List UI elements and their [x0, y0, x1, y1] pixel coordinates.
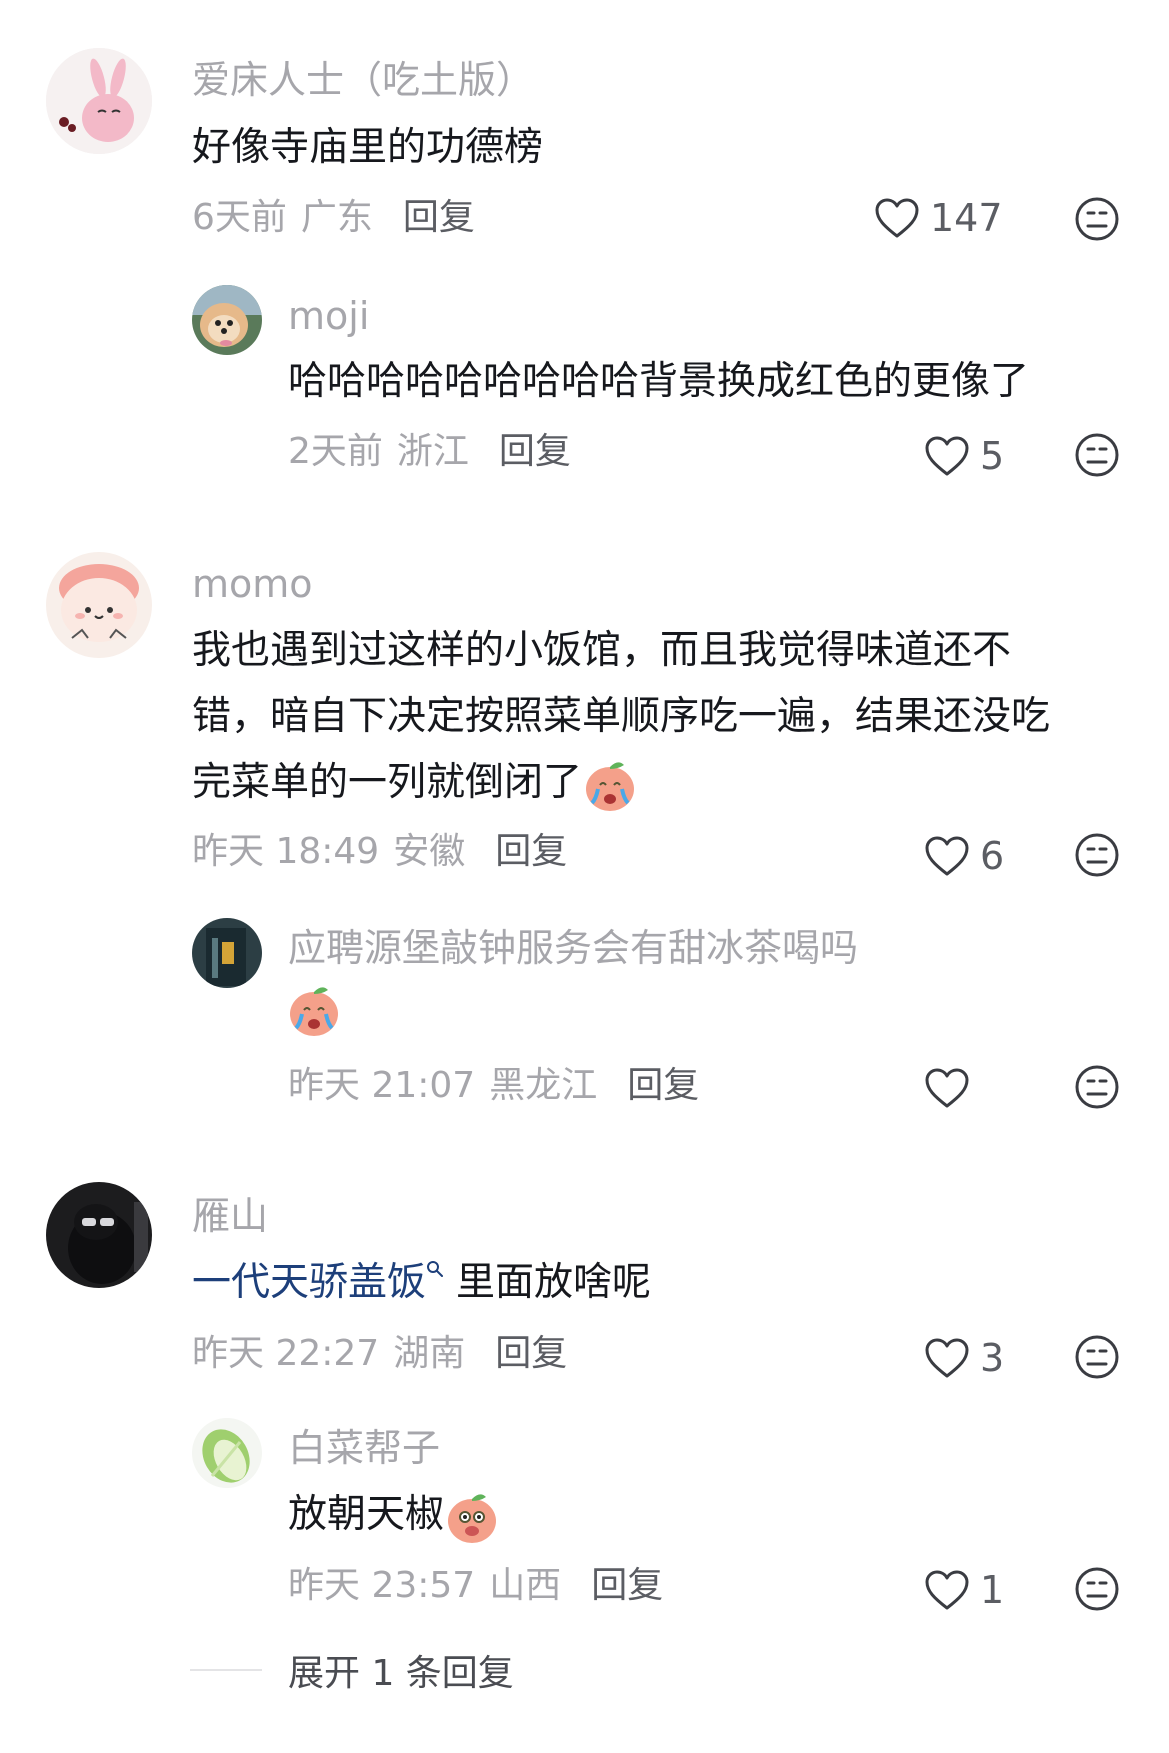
meh-face-icon[interactable]: [1074, 1334, 1120, 1380]
timestamp: 6天前: [192, 197, 287, 238]
timestamp: 2天前: [288, 431, 383, 472]
timestamp: 昨天 22:27: [192, 1333, 380, 1374]
search-icon[interactable]: [426, 1260, 444, 1278]
comment-text-line: 完菜单的一列就倒闭了: [192, 750, 638, 816]
username[interactable]: 白菜帮子: [288, 1424, 440, 1472]
reply-button[interactable]: 回复: [403, 197, 475, 238]
expand-replies-button[interactable]: 展开 1 条回复: [190, 1646, 514, 1694]
like-count: 3: [980, 1336, 1005, 1380]
username[interactable]: 应聘源堡敲钟服务会有甜冰茶喝吗: [288, 924, 858, 972]
reply-button[interactable]: 回复: [591, 1565, 663, 1606]
avatar[interactable]: [192, 1418, 262, 1488]
like-button[interactable]: [924, 1064, 980, 1112]
like-count: 5: [980, 434, 1005, 478]
timestamp: 昨天 23:57: [288, 1565, 476, 1606]
heart-outline-icon: [925, 836, 969, 876]
comment-text-line: 我也遇到过这样的小饭馆，而且我觉得味道还不: [192, 628, 1012, 673]
timestamp: 昨天 21:07: [288, 1065, 476, 1106]
like-button[interactable]: 1: [924, 1566, 1004, 1614]
avatar[interactable]: [192, 918, 262, 988]
meh-face-icon[interactable]: [1074, 1064, 1120, 1110]
username[interactable]: momo: [192, 560, 313, 608]
reply-meta: 昨天 21:07 黑龙江 回复: [288, 1062, 699, 1110]
username[interactable]: 雁山: [192, 1192, 268, 1240]
like-button[interactable]: 3: [924, 1334, 1004, 1382]
username[interactable]: 爱床人士（吃土版）: [192, 56, 534, 104]
timestamp: 昨天 18:49: [192, 831, 380, 872]
comment-meta: 6天前 广东 回复: [192, 194, 475, 242]
location: 湖南: [393, 1333, 466, 1374]
comment-text-line-content: 完菜单的一列就倒闭了: [192, 760, 583, 805]
reply-text: 放朝天椒: [288, 1482, 500, 1548]
like-button[interactable]: 147: [874, 194, 1003, 242]
reply-button[interactable]: 回复: [495, 1333, 567, 1374]
comment-text: 一代天骄盖饭 里面放啥呢: [192, 1250, 651, 1316]
comment-meta: 昨天 18:49 安徽 回复: [192, 828, 567, 876]
reply-button[interactable]: 回复: [627, 1065, 699, 1106]
avatar[interactable]: [46, 1182, 152, 1288]
search-link[interactable]: 一代天骄盖饭: [192, 1260, 426, 1305]
meh-face-icon[interactable]: [1074, 196, 1120, 242]
comment-text-line: 错，暗自下决定按照菜单顺序吃一遍，结果还没吃: [192, 694, 1051, 739]
heart-outline-icon: [925, 1338, 969, 1378]
avatar[interactable]: [46, 48, 152, 154]
like-count: 1: [980, 1568, 1005, 1612]
like-button[interactable]: 5: [924, 432, 1004, 480]
comment-meta: 昨天 22:27 湖南 回复: [192, 1330, 567, 1378]
peach-emoji: [448, 1493, 497, 1543]
location: 广东: [300, 197, 373, 238]
heart-outline-icon: [875, 198, 919, 238]
username[interactable]: moji: [288, 292, 369, 340]
location: 黑龙江: [489, 1065, 598, 1106]
reply-text-content: 放朝天椒: [288, 1492, 445, 1537]
avatar[interactable]: [192, 285, 262, 355]
like-count: 147: [930, 196, 1003, 240]
reply-meta: 昨天 23:57 山西 回复: [288, 1562, 663, 1610]
reply-text: 哈哈哈哈哈哈哈哈哈背景换成红色的更像了: [288, 359, 1030, 404]
divider: [190, 1669, 262, 1671]
reply-meta: 2天前 浙江 回复: [288, 428, 571, 476]
like-count: 6: [980, 834, 1005, 878]
heart-outline-icon: [925, 1068, 969, 1108]
meh-face-icon[interactable]: [1074, 1566, 1120, 1612]
heart-outline-icon: [925, 436, 969, 476]
comment-text: 好像寺庙里的功德榜: [192, 125, 544, 170]
expand-replies-label: 展开 1 条回复: [288, 1653, 514, 1694]
like-button[interactable]: 6: [924, 832, 1004, 880]
location: 安徽: [393, 831, 466, 872]
crying-peach-emoji: [290, 987, 338, 1036]
reply-button[interactable]: 回复: [495, 831, 567, 872]
heart-outline-icon: [925, 1570, 969, 1610]
crying-peach-emoji: [586, 761, 635, 811]
comment-text-content: 里面放啥呢: [456, 1260, 652, 1305]
avatar[interactable]: [46, 552, 152, 658]
reply-button[interactable]: 回复: [499, 431, 571, 472]
location: 山西: [489, 1565, 562, 1606]
meh-face-icon[interactable]: [1074, 432, 1120, 478]
meh-face-icon[interactable]: [1074, 832, 1120, 878]
location: 浙江: [396, 431, 469, 472]
